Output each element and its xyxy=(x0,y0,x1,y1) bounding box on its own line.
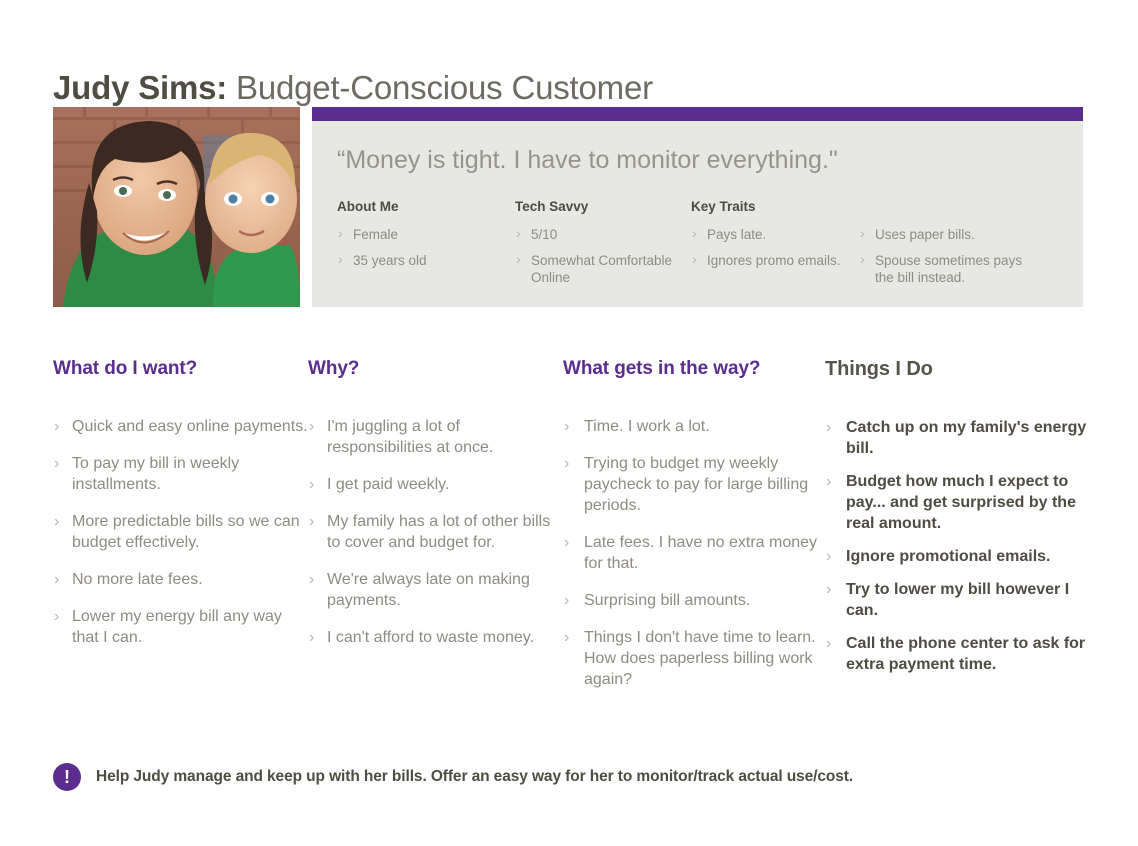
fact-column-tech-savvy: Tech Savvy 5/10 Somewhat Comfortable Onl… xyxy=(515,199,691,295)
list-item: I'm juggling a lot of responsibilities a… xyxy=(308,416,563,458)
persona-role: Budget-Conscious Customer xyxy=(227,69,653,107)
exclamation-glyph: ! xyxy=(64,766,70,787)
column-list: I'm juggling a lot of responsibilities a… xyxy=(308,416,563,648)
fact-column-about-me: About Me Female 35 years old xyxy=(337,199,515,295)
fact-heading: About Me xyxy=(337,199,399,214)
list-item: We're always late on making payments. xyxy=(308,569,563,611)
list-item: Quick and easy online payments. xyxy=(53,416,308,437)
fact-list: Uses paper bills. Spouse sometimes pays … xyxy=(859,225,1027,286)
fact-column-key-traits: Key Traits Pays late. Ignores promo emai… xyxy=(691,199,1077,295)
list-item: To pay my bill in weekly installments. xyxy=(53,453,308,495)
column-list: Time. I work a lot. Trying to budget my … xyxy=(563,416,821,690)
persona-name: Judy Sims: xyxy=(53,69,228,107)
list-item: More predictable bills so we can budget … xyxy=(53,511,308,553)
column-heading: What gets in the way? xyxy=(563,358,761,379)
list-item: Ignore promotional emails. xyxy=(825,546,1088,567)
list-item: Surprising bill amounts. xyxy=(563,590,821,611)
persona-photo xyxy=(53,107,300,307)
list-item: Catch up on my family's energy bill. xyxy=(825,417,1088,459)
page-title: Judy Sims: Budget-Conscious Customer xyxy=(53,68,653,108)
fact-heading: Key Traits xyxy=(691,199,756,214)
list-item: Somewhat Comfortable Online xyxy=(515,251,691,286)
key-traits-groups: Pays late. Ignores promo emails. Uses pa… xyxy=(691,225,1077,295)
column-heading: Why? xyxy=(308,358,360,379)
fact-list: Pays late. Ignores promo emails. xyxy=(691,225,859,269)
list-item: I can't afford to waste money. xyxy=(308,627,563,648)
footer-callout: ! Help Judy manage and keep up with her … xyxy=(53,763,853,791)
column-what-gets-in-the-way: What gets in the way? Time. I work a lot… xyxy=(563,358,821,706)
key-traits-group-2: Uses paper bills. Spouse sometimes pays … xyxy=(859,225,1027,295)
persona-quote: “Money is tight. I have to monitor every… xyxy=(337,146,838,174)
exclamation-icon: ! xyxy=(53,763,81,791)
column-heading: What do I want? xyxy=(53,358,198,379)
list-item: Call the phone center to ask for extra p… xyxy=(825,633,1088,675)
list-item: 5/10 xyxy=(515,225,691,243)
list-item: Late fees. I have no extra money for tha… xyxy=(563,532,821,574)
persona-poster: Judy Sims: Budget-Conscious Customer “Mo… xyxy=(0,0,1138,846)
persona-info-panel: “Money is tight. I have to monitor every… xyxy=(312,107,1083,307)
panel-accent-bar xyxy=(312,107,1083,121)
list-item: No more late fees. xyxy=(53,569,308,590)
list-item: Things I don't have time to learn. How d… xyxy=(563,627,821,690)
list-item: Budget how much I expect to pay... and g… xyxy=(825,471,1088,534)
key-traits-group-1: Pays late. Ignores promo emails. xyxy=(691,225,859,295)
column-what-do-i-want: What do I want? Quick and easy online pa… xyxy=(53,358,308,706)
list-item: Lower my energy bill any way that I can. xyxy=(53,606,308,648)
column-list: Quick and easy online payments. To pay m… xyxy=(53,416,308,648)
list-item: Ignores promo emails. xyxy=(691,251,859,269)
photo-illustration xyxy=(53,107,300,307)
list-item: My family has a lot of other bills to co… xyxy=(308,511,563,553)
footer-callout-text: Help Judy manage and keep up with her bi… xyxy=(96,768,854,785)
list-item: I get paid weekly. xyxy=(308,474,563,495)
list-item: Trying to budget my weekly paycheck to p… xyxy=(563,453,821,516)
list-item: Uses paper bills. xyxy=(859,225,1027,243)
fact-list: 5/10 Somewhat Comfortable Online xyxy=(515,225,691,286)
column-things-i-do: Things I Do Catch up on my family's ener… xyxy=(821,358,1088,706)
list-item: Pays late. xyxy=(691,225,859,243)
persona-columns: What do I want? Quick and easy online pa… xyxy=(53,358,1088,706)
list-item: Try to lower my bill however I can. xyxy=(825,579,1088,621)
column-heading: Things I Do xyxy=(825,358,933,380)
list-item: Female xyxy=(337,225,515,243)
list-item: Time. I work a lot. xyxy=(563,416,821,437)
fact-list: Female 35 years old xyxy=(337,225,515,269)
list-item: 35 years old xyxy=(337,251,515,269)
column-list: Catch up on my family's energy bill. Bud… xyxy=(825,417,1088,675)
persona-facts: About Me Female 35 years old Tech Savvy … xyxy=(337,199,1077,295)
column-why: Why? I'm juggling a lot of responsibilit… xyxy=(308,358,563,706)
fact-heading: Tech Savvy xyxy=(515,199,589,214)
list-item: Spouse sometimes pays the bill instead. xyxy=(859,251,1027,286)
